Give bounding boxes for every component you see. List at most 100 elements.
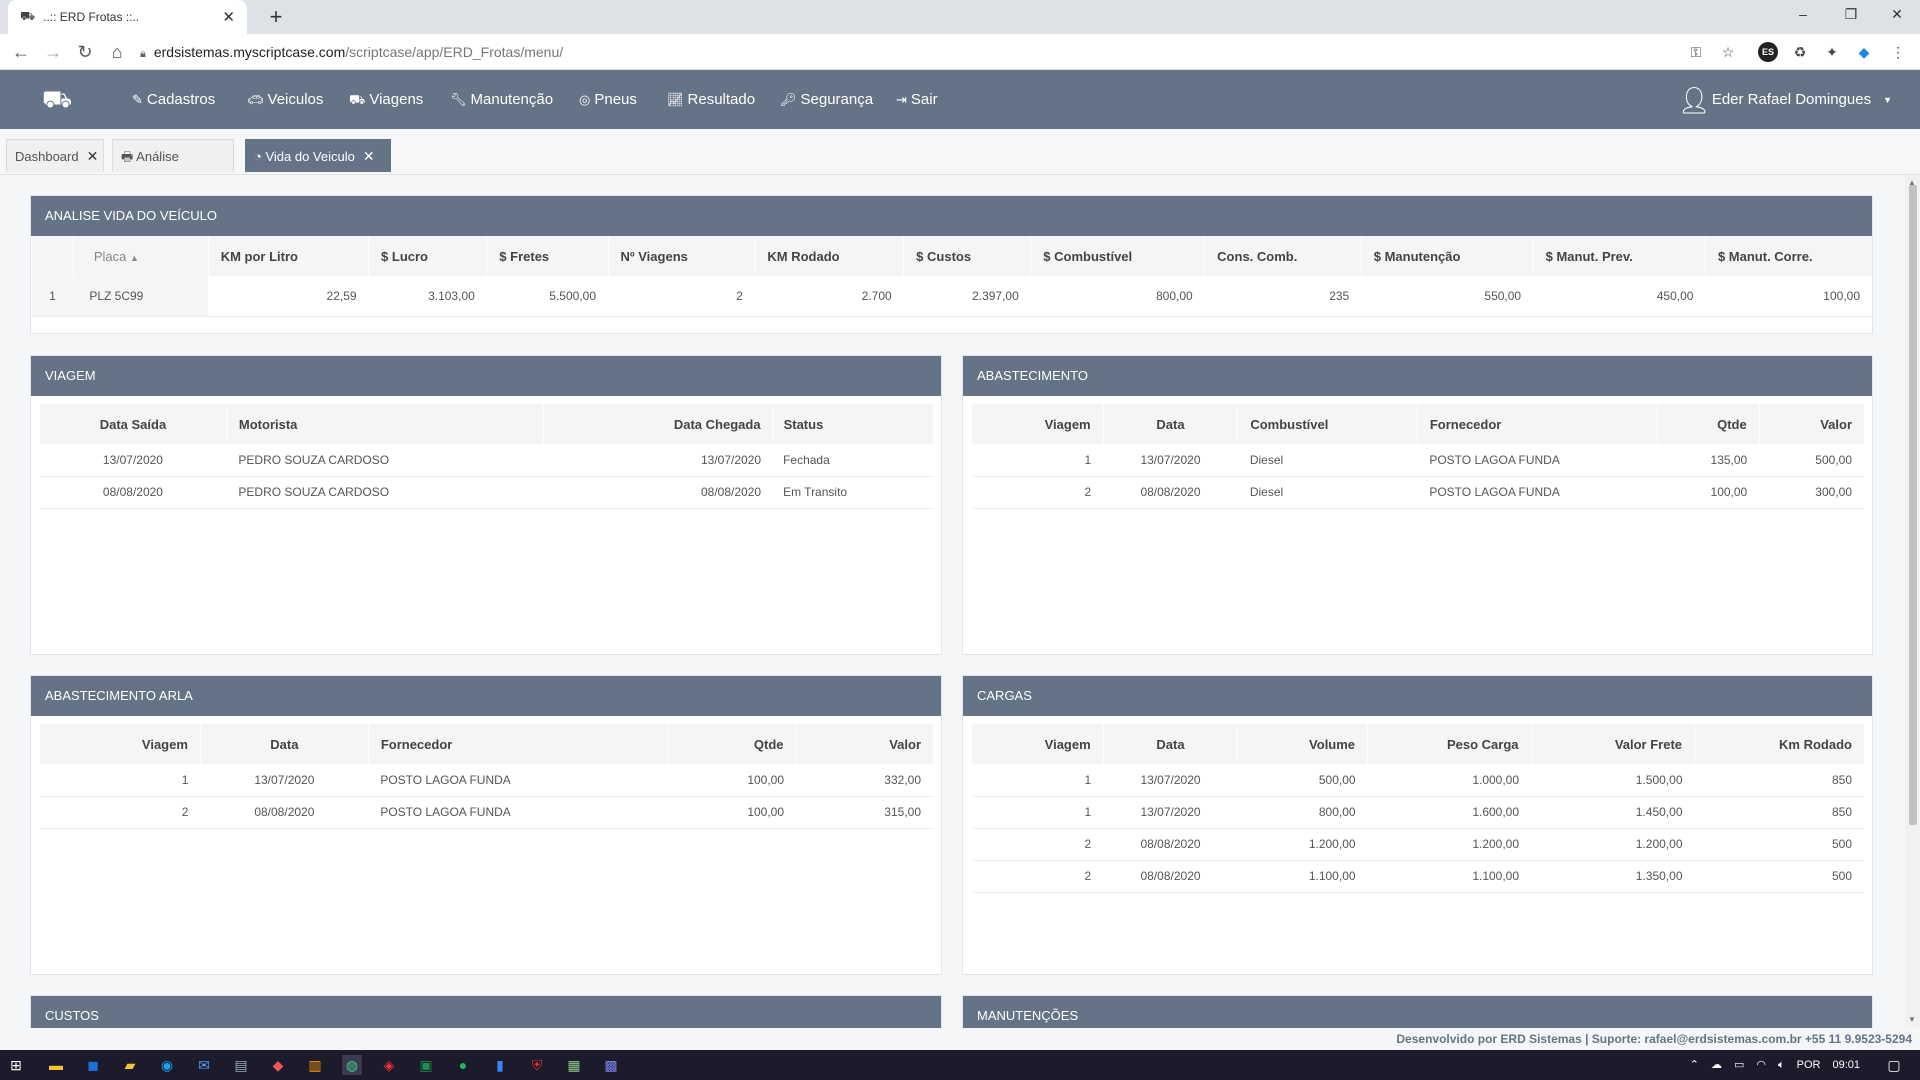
extension-blue-icon[interactable]: ◆ xyxy=(1854,42,1874,62)
wifi-icon[interactable]: ◠ xyxy=(1756,1050,1766,1080)
col-header[interactable]: Nº Viagens xyxy=(607,236,755,276)
col-header[interactable]: $ Manut. Prev. xyxy=(1532,236,1706,276)
notepad-icon[interactable]: ▤ xyxy=(231,1055,251,1075)
col-header[interactable]: KM por Litro xyxy=(207,236,369,276)
file-explorer-icon[interactable]: ▬ xyxy=(46,1055,66,1075)
cloud-icon[interactable]: ☁ xyxy=(1711,1050,1722,1080)
mail-icon[interactable]: ✉ xyxy=(194,1055,214,1075)
col-header[interactable]: Motorista xyxy=(225,404,544,444)
col-header[interactable]: Volume xyxy=(1237,724,1368,764)
col-header[interactable]: Viagem xyxy=(971,404,1104,444)
table-row[interactable]: 08/08/2020 PEDRO SOUZA CARDOSO 08/08/202… xyxy=(39,476,933,509)
notifications-icon[interactable]: ▢ xyxy=(1884,1055,1904,1075)
home-icon[interactable]: ⌂ xyxy=(104,40,130,64)
col-header[interactable]: $ Manut. Corre. xyxy=(1704,236,1872,276)
col-header[interactable]: Data xyxy=(1102,404,1238,444)
col-header[interactable]: Status xyxy=(772,404,933,444)
excel-icon[interactable]: ▣ xyxy=(416,1055,436,1075)
menu-resultado[interactable]: 📈︎ Resultado xyxy=(667,70,755,129)
col-header[interactable]: Km Rodado xyxy=(1694,724,1864,764)
col-header[interactable]: Cons. Comb. xyxy=(1204,236,1362,276)
table-row[interactable]: 13/07/2020 PEDRO SOUZA CARDOSO 13/07/202… xyxy=(39,444,933,477)
new-tab-button[interactable]: + xyxy=(262,4,290,30)
tab-analise-geral[interactable]: 🖶︎ Análise Geral✕ xyxy=(112,139,234,197)
browser-tab[interactable]: ⛟ ..:: ERD Frotas ::.. ✕ xyxy=(8,0,247,34)
menu-sair[interactable]: ⇥ Sair xyxy=(896,70,938,129)
window-close-button[interactable]: ✕ xyxy=(1882,6,1912,23)
window-minimize-button[interactable]: – xyxy=(1788,6,1818,22)
col-header[interactable]: Data Saída xyxy=(39,404,227,444)
scroll-down-icon[interactable]: ▼ xyxy=(1908,1015,1916,1024)
tab-dashboard[interactable]: Dashboard ✕ xyxy=(6,139,104,172)
col-header[interactable]: Viagem xyxy=(39,724,201,764)
col-header[interactable]: Combustível xyxy=(1237,404,1418,444)
clock[interactable]: 09:01 xyxy=(1832,1050,1860,1080)
menu-pneus[interactable]: ◎ Pneus xyxy=(579,70,637,129)
key-icon[interactable]: ⚿ xyxy=(1686,42,1706,62)
table-row[interactable]: 2 08/08/2020 1.100,00 1.100,00 1.350,00 … xyxy=(971,860,1864,893)
col-header-placa[interactable]: Placa ▲ xyxy=(72,236,209,276)
col-header[interactable]: Peso Carga xyxy=(1367,724,1532,764)
battery-icon[interactable]: ▭ xyxy=(1734,1050,1744,1080)
spotify-icon[interactable]: ● xyxy=(453,1055,473,1075)
table-row[interactable]: 2 08/08/2020 Diesel POSTO LAGOA FUNDA 10… xyxy=(971,476,1864,509)
user-menu[interactable]: 👤︎ Eder Rafael Domingues ▼ xyxy=(1678,70,1892,129)
col-header[interactable]: Viagem xyxy=(971,724,1104,764)
app-icon[interactable]: ◆ xyxy=(268,1055,288,1075)
table-row[interactable]: 1 13/07/2020 Diesel POSTO LAGOA FUNDA 13… xyxy=(971,444,1864,477)
teams-icon[interactable]: ▩ xyxy=(601,1055,621,1075)
page-scrollbar[interactable]: ▲ ▼ xyxy=(1905,175,1920,1038)
col-header[interactable]: Fornecedor xyxy=(1416,404,1658,444)
window-app-icon[interactable]: ▦ xyxy=(564,1055,584,1075)
outlook-icon[interactable]: ◼ xyxy=(83,1055,103,1075)
col-header[interactable]: Valor xyxy=(795,724,933,764)
address-input[interactable]: 🔒︎ erdsistemas.myscriptcase.com/scriptcas… xyxy=(140,40,1670,64)
col-header[interactable]: Qtde xyxy=(667,724,797,764)
table-row[interactable]: 1 13/07/2020 POSTO LAGOA FUNDA 100,00 33… xyxy=(39,764,933,797)
menu-seguranca[interactable]: 🔑︎ Segurança xyxy=(780,70,873,129)
col-header[interactable]: Fornecedor xyxy=(367,724,669,764)
col-header[interactable]: Qtde xyxy=(1656,404,1760,444)
col-header[interactable]: Data Chegada xyxy=(542,404,774,444)
reload-icon[interactable]: ↻ xyxy=(72,40,98,64)
table-row[interactable]: 2 08/08/2020 1.200,00 1.200,00 1.200,00 … xyxy=(971,828,1864,861)
table-row[interactable]: 1 13/07/2020 800,00 1.600,00 1.450,00 85… xyxy=(971,796,1864,829)
tab-close-icon[interactable]: ✕ xyxy=(87,148,99,164)
browser-menu-icon[interactable]: ⋮ xyxy=(1888,42,1908,62)
forward-icon[interactable]: → xyxy=(40,40,66,64)
menu-viagens[interactable]: ⛟ Viagens xyxy=(349,70,423,129)
col-header[interactable]: Data xyxy=(199,724,369,764)
chevron-up-icon[interactable]: ⌃ xyxy=(1690,1050,1699,1080)
col-header[interactable]: $ Fretes xyxy=(486,236,608,276)
language-indicator[interactable]: POR xyxy=(1797,1050,1821,1080)
scrollbar-thumb[interactable] xyxy=(1909,185,1917,825)
tab-vida-do-veiculo[interactable]: ◔ Vida do Veiculo ✕ xyxy=(245,139,391,172)
back-icon[interactable]: ← xyxy=(8,40,34,64)
windows-start-icon[interactable]: ⊞ xyxy=(6,1055,26,1075)
window-restore-button[interactable]: ❐ xyxy=(1836,6,1866,23)
menu-veiculos[interactable]: 🚗︎ Veiculos xyxy=(247,70,323,129)
star-icon[interactable]: ☆ xyxy=(1718,42,1738,62)
table-row[interactable]: 1 13/07/2020 500,00 1.000,00 1.500,00 85… xyxy=(971,764,1864,797)
menu-manutencao[interactable]: 🔧︎ Manutenção xyxy=(450,70,553,129)
table-row[interactable]: 1 PLZ 5C99 22,59 3.103,00 5.500,00 2 2.7… xyxy=(31,276,1872,317)
menu-cadastros[interactable]: ✎ Cadastros xyxy=(132,70,215,129)
shield-icon[interactable]: ⛨ xyxy=(527,1055,547,1075)
col-header[interactable]: Data xyxy=(1102,724,1238,764)
sublime-icon[interactable]: ▥ xyxy=(305,1055,325,1075)
col-header[interactable]: $ Custos xyxy=(903,236,1031,276)
col-header[interactable]: KM Rodado xyxy=(754,236,904,276)
tab-close-icon[interactable]: ✕ xyxy=(363,148,375,164)
extensions-puzzle-icon[interactable]: ✦ xyxy=(1822,42,1842,62)
col-header[interactable]: Valor xyxy=(1758,404,1864,444)
recycle-icon[interactable]: ♻ xyxy=(1790,42,1810,62)
folder-icon[interactable]: ▰ xyxy=(120,1055,140,1075)
tool-icon[interactable]: ◈ xyxy=(379,1055,399,1075)
document-icon[interactable]: ▮ xyxy=(490,1055,510,1075)
chrome-icon[interactable]: ◍ xyxy=(342,1055,362,1075)
edge-icon[interactable]: ◉ xyxy=(157,1055,177,1075)
browser-tab-close-button[interactable]: ✕ xyxy=(222,8,235,26)
table-row[interactable]: 2 08/08/2020 POSTO LAGOA FUNDA 100,00 31… xyxy=(39,796,933,829)
col-header[interactable]: $ Manutenção xyxy=(1360,236,1534,276)
extension-es-icon[interactable]: ES xyxy=(1758,42,1778,62)
